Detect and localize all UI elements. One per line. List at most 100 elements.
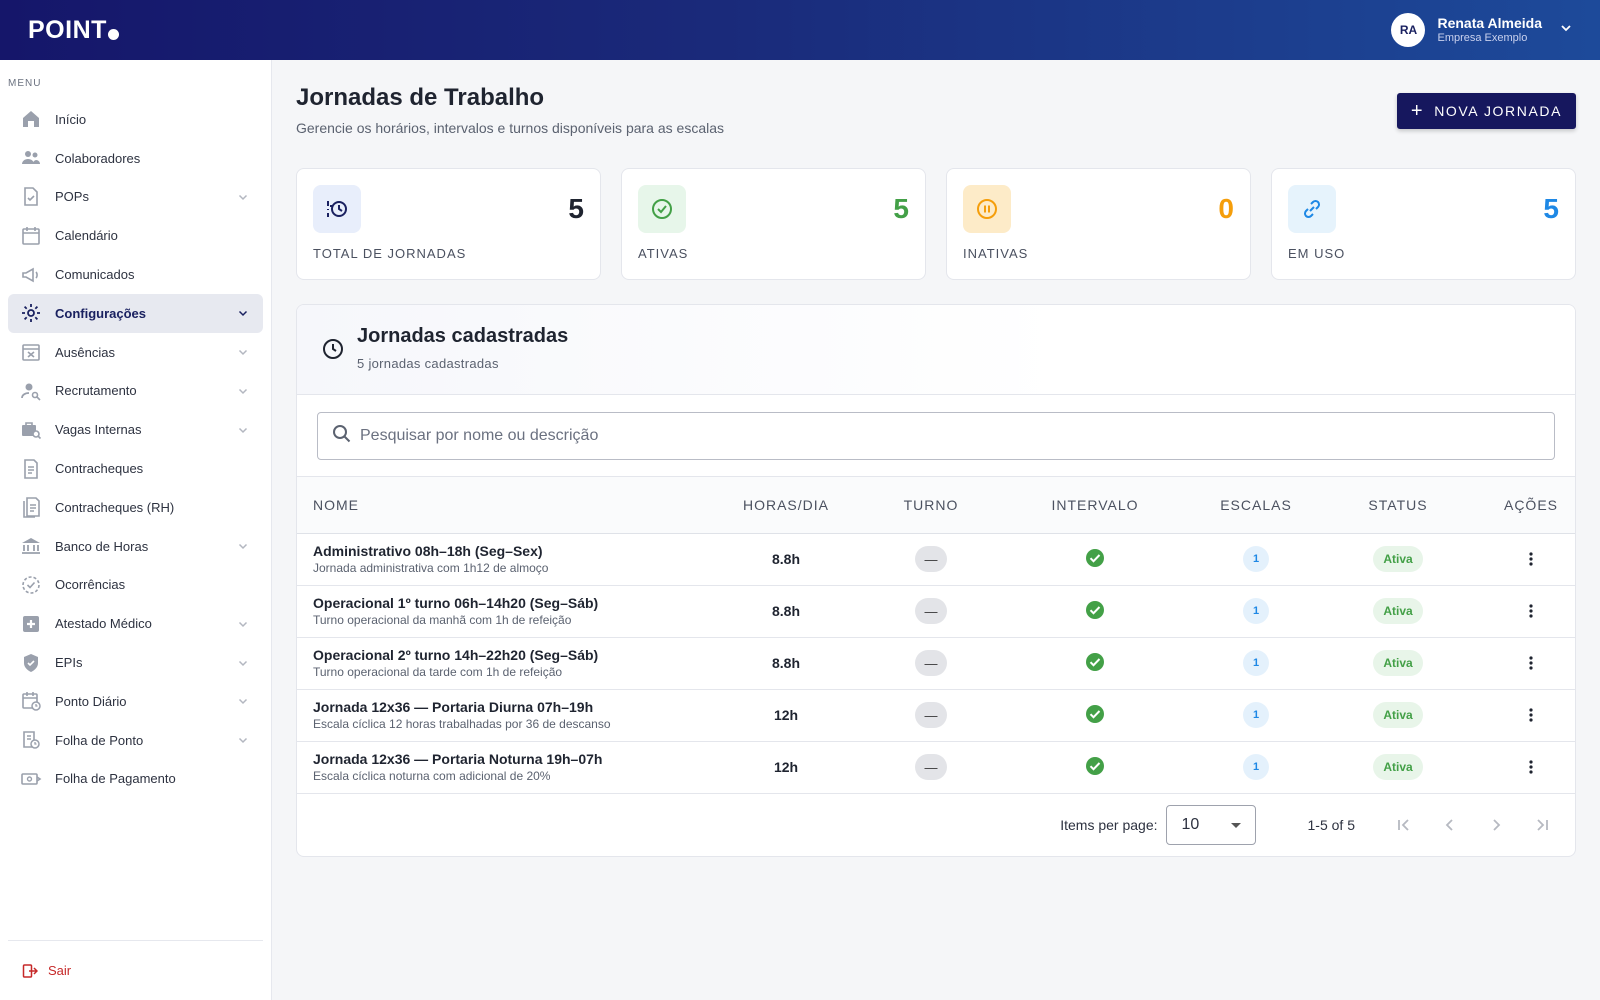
sidebar-item-recrutamento[interactable]: Recrutamento [8, 372, 263, 411]
more-vert-icon[interactable] [1517, 545, 1545, 573]
chevron-down-icon [237, 191, 249, 203]
table-row[interactable]: Operacional 1º turno 06h–14h20 (Seg–Sáb)… [297, 585, 1575, 637]
col-intervalo[interactable]: INTERVALO [987, 477, 1203, 534]
cell-turno: — [875, 585, 987, 637]
sidebar-item-vagas-internas[interactable]: Vagas Internas [8, 410, 263, 449]
sidebar-nav: Início Colaboradores POPs Calendário Comunic… [0, 100, 271, 798]
more-vert-icon[interactable] [1517, 597, 1545, 625]
stat-total-label: TOTAL DE JORNADAS [313, 246, 467, 261]
logo-dot [107, 29, 119, 40]
sidebar-item-banco-de-horas[interactable]: Banco de Horas [8, 527, 263, 566]
jornada-description: Escala cíclica 12 horas trabalhadas por … [313, 717, 611, 731]
table-row[interactable]: Operacional 2º turno 14h–22h20 (Seg–Sáb)… [297, 637, 1575, 689]
sidebar-item-folha-de-ponto[interactable]: Folha de Ponto [8, 721, 263, 760]
cell-escalas: 1 [1203, 741, 1309, 793]
sidebar-item-ausencias[interactable]: Ausências [8, 333, 263, 372]
jornada-name: Administrativo 08h–18h (Seg–Sex) [313, 543, 543, 559]
cell-nome: Operacional 1º turno 06h–14h20 (Seg–Sáb)… [297, 585, 697, 637]
items-per-page-value: 10 [1181, 815, 1200, 833]
last-page-icon [1537, 818, 1548, 831]
sidebar-item-atestado-medico[interactable]: Atestado Médico [8, 604, 263, 643]
calendar-icon [20, 225, 42, 247]
col-status[interactable]: STATUS [1309, 477, 1487, 534]
sidebar-item-calendario[interactable]: Calendário [8, 216, 263, 255]
last-page-button[interactable] [1519, 802, 1565, 848]
cell-horas-dia: 8.8h [697, 637, 875, 689]
link-icon [1288, 185, 1336, 233]
sidebar-item-label: Banco de Horas [55, 538, 149, 554]
cell-acoes [1487, 741, 1575, 793]
col-acoes: AÇÕES [1487, 477, 1575, 534]
user-name: Renata Almeida [1437, 15, 1542, 31]
status-badge: Ativa [1373, 650, 1423, 676]
col-turno[interactable]: TURNO [875, 477, 987, 534]
stat-in-use-value: 5 [1543, 193, 1559, 224]
person-search-icon [20, 380, 42, 402]
cell-status: Ativa [1309, 741, 1487, 793]
chevron-right-icon [1493, 818, 1501, 831]
page-range: 1-5 of 5 [1307, 816, 1355, 833]
sidebar-item-inicio[interactable]: Início [8, 100, 263, 139]
chevron-down-icon[interactable] [1560, 21, 1572, 39]
sidebar-item-label: POPs [55, 189, 89, 205]
sidebar-item-label: Início [55, 111, 87, 127]
chevron-left-icon [1445, 818, 1453, 831]
sidebar-item-configuracoes[interactable]: Configurações [8, 293, 263, 333]
user-menu[interactable]: RA Renata Almeida Empresa Exemplo [1391, 13, 1572, 47]
calendar-clock-icon [20, 690, 42, 712]
first-page-button[interactable] [1381, 802, 1427, 848]
cell-status: Ativa [1309, 533, 1487, 585]
search-input[interactable] [360, 427, 1554, 445]
jornada-description: Turno operacional da tarde com 1h de ref… [313, 665, 563, 679]
new-jornada-button[interactable]: + NOVA JORNADA [1397, 93, 1576, 129]
col-nome[interactable]: NOME [297, 477, 697, 534]
check-filled-icon [1085, 548, 1105, 571]
medical-plus-icon [20, 613, 42, 635]
items-per-page-label: Items per page: [1060, 816, 1158, 833]
table-row[interactable]: Jornada 12x36 — Portaria Noturna 19h–07h… [297, 741, 1575, 793]
sidebar-item-comunicados[interactable]: Comunicados [8, 255, 263, 294]
cell-intervalo [987, 585, 1203, 637]
items-per-page-select[interactable]: 10 [1165, 804, 1256, 845]
next-page-button[interactable] [1473, 802, 1519, 848]
turno-chip: — [915, 598, 947, 624]
check-filled-icon [1085, 600, 1105, 623]
sidebar-item-label: Folha de Ponto [55, 732, 144, 748]
logout-button[interactable]: Sair [8, 940, 263, 1000]
sidebar-item-pops[interactable]: POPs [8, 178, 263, 217]
app-logo[interactable]: POINT [28, 16, 119, 45]
col-horas-dia[interactable]: HORAS/DIA [697, 477, 875, 534]
more-vert-icon[interactable] [1517, 701, 1545, 729]
sidebar-item-ponto-diario[interactable]: Ponto Diário [8, 682, 263, 721]
cell-nome: Jornada 12x36 — Portaria Diurna 07h–19h E… [297, 689, 697, 741]
more-vert-icon[interactable] [1517, 649, 1545, 677]
chevron-down-icon [237, 618, 249, 630]
table-row[interactable]: Administrativo 08h–18h (Seg–Sex) Jornada … [297, 533, 1575, 585]
stat-inactive: 0 INATIVAS [946, 168, 1251, 280]
previous-page-button[interactable] [1427, 802, 1473, 848]
table-header-row: NOME HORAS/DIA TURNO INTERVALO ESCALAS S… [297, 477, 1575, 534]
check-filled-icon [1085, 652, 1105, 675]
sidebar-item-colaboradores[interactable]: Colaboradores [8, 139, 263, 178]
sidebar-item-folha-de-pagamento[interactable]: Folha de Pagamento [8, 760, 263, 799]
chevron-down-icon [237, 734, 249, 746]
sidebar-item-label: Configurações [55, 305, 147, 321]
sidebar-item-ocorrencias[interactable]: Ocorrências [8, 566, 263, 605]
more-vert-icon[interactable] [1517, 753, 1545, 781]
sidebar: MENU Início Colaboradores POPs Calendário Co… [0, 60, 272, 1000]
logo-text: POINT [28, 15, 107, 44]
escalas-chip: 1 [1243, 650, 1269, 676]
cell-escalas: 1 [1203, 637, 1309, 689]
avatar: RA [1391, 13, 1426, 47]
jornadas-table: NOME HORAS/DIA TURNO INTERVALO ESCALAS S… [297, 477, 1575, 794]
people-icon [20, 147, 42, 169]
stat-active: 5 ATIVAS [621, 168, 926, 280]
stat-total-value: 5 [568, 193, 584, 224]
col-escalas[interactable]: ESCALAS [1203, 477, 1309, 534]
sidebar-item-contracheques-rh[interactable]: Contracheques (RH) [8, 488, 263, 527]
sidebar-item-epis[interactable]: EPIs [8, 643, 263, 682]
cell-acoes [1487, 585, 1575, 637]
table-row[interactable]: Jornada 12x36 — Portaria Diurna 07h–19h E… [297, 689, 1575, 741]
stat-active-value: 5 [893, 193, 909, 224]
sidebar-item-contracheques[interactable]: Contracheques [8, 449, 263, 488]
